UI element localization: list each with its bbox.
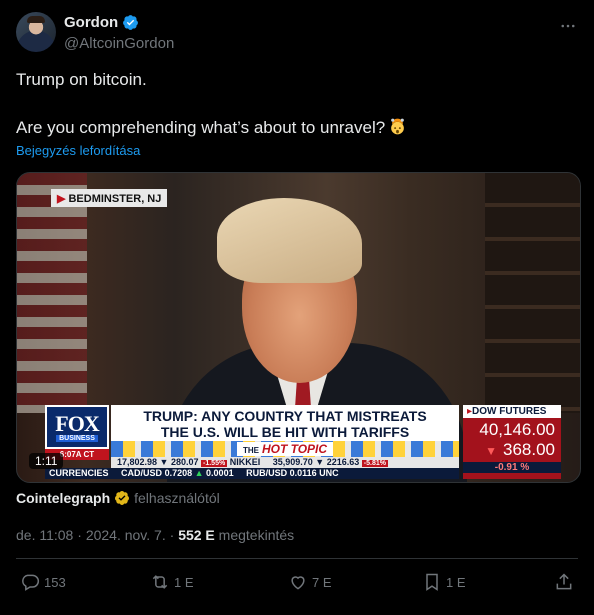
dow-futures-box: ▸DOW FUTURES 40,146.00 ▼ 368.00 -0.91 % — [463, 405, 561, 479]
hot-topic-the: THE — [242, 446, 259, 455]
network-sub: BUSINESS — [56, 434, 98, 442]
ticker-2-d: 0.0001 — [206, 468, 234, 478]
video-attribution: Cointelegraph felhasználótól — [16, 490, 220, 506]
dow-change: ▼ 368.00 — [463, 440, 561, 460]
tweet-header: Gordon @AltcoinGordon — [16, 12, 578, 56]
tweet-time[interactable]: de. 11:08 — [16, 527, 73, 543]
play-triangle-icon: ▶ — [57, 193, 66, 205]
more-options-icon[interactable] — [558, 16, 578, 36]
network-name: FOX — [55, 410, 99, 436]
bookmark-button[interactable]: 1 E — [422, 572, 466, 592]
dow-label-text: DOW FUTURES — [472, 406, 547, 417]
up-arrow-icon: ▲ — [194, 468, 204, 478]
author-handle[interactable]: @AltcoinGordon — [64, 35, 174, 52]
hot-topic-text: HOT TOPIC — [261, 442, 328, 456]
share-icon — [556, 573, 572, 590]
dow-percent: -0.91 % — [463, 462, 561, 473]
tweet-date[interactable]: 2024. nov. 7. — [86, 527, 166, 543]
tweet-meta: de. 11:08 · 2024. nov. 7. · 552 E megtek… — [16, 527, 295, 543]
ticker-1-e: 35,909.70 — [272, 457, 313, 467]
dow-change-text: 368.00 — [503, 440, 555, 459]
ticker-1-f: 2216.63 — [326, 457, 360, 467]
ticker-1-c: -1.55% — [201, 460, 228, 467]
view-label: megtekintés — [218, 527, 295, 543]
ticker-1-d: NIKKEI — [229, 457, 261, 467]
location-text: BEDMINSTER, NJ — [68, 193, 162, 205]
headline-line-2: THE U.S. WILL BE HIT WITH TARIFFS — [160, 424, 410, 440]
exploding-head-icon — [391, 118, 405, 135]
ticker-2-c: 0.7208 — [164, 468, 193, 478]
tweet-line-1: Trump on bitcoin. — [16, 70, 147, 89]
bookmark-icon — [426, 573, 438, 591]
attribution-suffix: felhasználótól — [134, 490, 220, 506]
network-logo: FOX BUSINESS — [45, 405, 109, 449]
repost-count: 1 E — [174, 574, 194, 590]
dow-value: 40,146.00 — [479, 420, 555, 439]
ticker-2-e: RUB/USD — [246, 468, 288, 478]
location-banner: ▶ BEDMINSTER, NJ — [51, 189, 168, 207]
reply-button[interactable]: 153 — [20, 572, 66, 592]
video-player[interactable]: ▶ BEDMINSTER, NJ FOX BUSINESS 6:07A CT TR… — [16, 172, 581, 483]
reply-count: 153 — [44, 574, 66, 590]
divider — [16, 558, 578, 559]
ticker-1-b: 280.07 — [170, 457, 199, 467]
author-name[interactable]: Gordon — [64, 14, 118, 31]
ticker-2-a: CURRENCIES — [49, 468, 109, 478]
tweet-text: Trump on bitcoin. Are you comprehending … — [16, 68, 578, 140]
repost-button[interactable]: 1 E — [150, 572, 194, 592]
reply-icon — [22, 574, 40, 591]
headline-line-1: TRUMP: ANY COUNTRY THAT MISTREATS — [143, 408, 427, 424]
down-arrow-icon: ▼ — [485, 444, 497, 458]
speaker-hair — [217, 198, 362, 283]
news-headline: TRUMP: ANY COUNTRY THAT MISTREATS THE U.… — [111, 405, 459, 441]
flag-background — [17, 173, 87, 413]
ticker-2-b: CAD/USD — [121, 468, 163, 478]
avatar[interactable] — [16, 12, 56, 52]
bookmark-count: 1 E — [446, 574, 466, 590]
tweet-line-2: Are you comprehending what’s about to un… — [16, 116, 578, 140]
translate-post-link[interactable]: Bejegyzés lefordítása — [16, 143, 140, 158]
heart-icon — [291, 576, 305, 590]
ticker-2-g: UNC — [319, 468, 339, 478]
video-duration: 1:11 — [29, 453, 64, 469]
news-lower-third: FOX BUSINESS 6:07A CT TRUMP: ANY COUNTRY… — [45, 405, 575, 480]
verified-badge-icon — [123, 15, 139, 30]
ticker-row-2: CURRENCIES CAD/USD 0.7208 ▲ 0.0001 RUB/U… — [45, 468, 459, 479]
ticker-2-f: 0.0116 — [289, 468, 317, 478]
repost-icon — [152, 575, 168, 589]
like-button[interactable]: 7 E — [288, 572, 332, 592]
author-name-row: Gordon — [64, 14, 139, 31]
view-count: 552 E — [178, 527, 215, 543]
hot-topic-bar: THE HOT TOPIC — [111, 441, 459, 457]
attribution-source[interactable]: Cointelegraph — [16, 490, 110, 506]
ticker-1-g: -5.81% — [361, 460, 388, 467]
action-bar: 153 1 E 7 E 1 E — [20, 572, 574, 598]
like-count: 7 E — [312, 574, 332, 590]
shelf-background — [485, 173, 580, 413]
ticker-1-a: 17,802.98 — [117, 457, 158, 467]
ticker-row-1: 17,802.98 ▼ 280.07 -1.55% NIKKEI 35,909.… — [111, 457, 459, 468]
tweet-line-2-text: Are you comprehending what’s about to un… — [16, 118, 386, 137]
dow-label: ▸DOW FUTURES — [463, 405, 561, 418]
hot-topic-label: THE HOT TOPIC — [236, 442, 334, 456]
share-button[interactable] — [554, 572, 574, 592]
gold-verified-badge-icon — [115, 491, 130, 505]
